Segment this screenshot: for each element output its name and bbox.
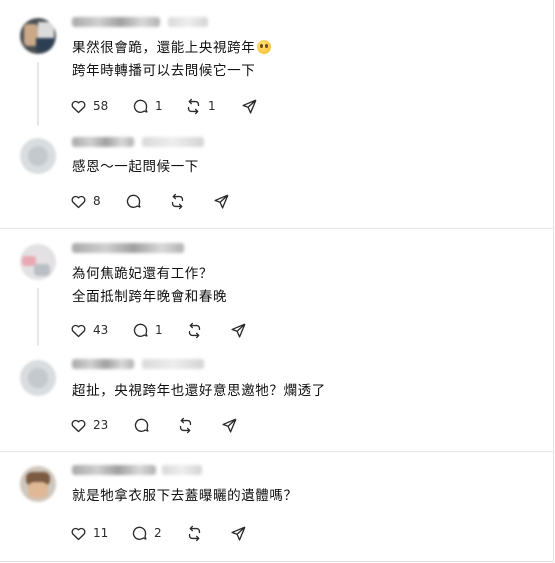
like-count: 8 xyxy=(93,194,101,208)
repost-icon xyxy=(171,193,184,209)
post-actions: 23 xyxy=(70,415,270,435)
heart-icon xyxy=(71,195,86,208)
heart-icon xyxy=(71,527,86,540)
threads-feed: 果然很會跪，還能上央視跨年 跨年時轉播可以去問候它一下 58 1 1 感恩～一起… xyxy=(0,0,554,562)
repost-icon xyxy=(179,417,192,433)
like-button[interactable]: 43 xyxy=(70,320,108,340)
post-actions: 11 2 xyxy=(70,523,270,543)
timestamp-redacted xyxy=(162,465,202,475)
face-with-rolling-eyes-emoji-icon xyxy=(257,40,272,54)
send-icon xyxy=(222,418,237,433)
reply-text-line: 感恩～一起問候一下 xyxy=(72,159,199,175)
like-count: 43 xyxy=(93,323,109,337)
avatar[interactable] xyxy=(20,466,56,502)
thread-line xyxy=(37,288,39,346)
comment-icon xyxy=(132,526,147,540)
like-button[interactable]: 11 xyxy=(70,523,108,543)
comment-icon xyxy=(133,99,148,113)
repost-icon xyxy=(188,322,201,338)
reply-button[interactable] xyxy=(125,191,142,211)
repost-button[interactable] xyxy=(186,523,203,543)
post-actions: 8 xyxy=(70,191,270,211)
comment-icon xyxy=(133,323,148,337)
reply-button[interactable]: 1 xyxy=(132,320,163,340)
username-redacted[interactable] xyxy=(72,243,184,253)
reply-button[interactable]: 2 xyxy=(131,523,162,543)
username-redacted[interactable] xyxy=(72,465,156,475)
reply-button[interactable]: 1 xyxy=(132,96,163,116)
send-icon xyxy=(231,526,246,541)
timestamp-redacted xyxy=(168,17,208,27)
reply-count: 1 xyxy=(155,99,163,113)
post-text-line: 跨年時轉播可以去問候它一下 xyxy=(72,63,256,79)
avatar[interactable] xyxy=(20,244,56,280)
avatar[interactable] xyxy=(20,138,56,174)
post-actions: 43 1 xyxy=(70,320,270,340)
share-button[interactable] xyxy=(213,191,230,211)
username-redacted[interactable] xyxy=(72,359,134,369)
reply-count: 2 xyxy=(154,526,162,540)
heart-icon xyxy=(71,100,86,113)
comment-icon xyxy=(126,194,141,208)
timestamp-redacted xyxy=(142,137,204,147)
thread-line xyxy=(37,62,39,126)
like-count: 58 xyxy=(93,99,109,113)
repost-icon xyxy=(188,525,201,541)
repost-button[interactable] xyxy=(186,320,203,340)
post-text-line: 就是牠拿衣服下去蓋曝曬的遺體嗎？ xyxy=(72,488,298,504)
username-redacted[interactable] xyxy=(72,137,134,147)
reply-text-line: 超扯，央視跨年也還好意思邀牠？爛透了 xyxy=(72,383,326,399)
like-button[interactable]: 23 xyxy=(70,415,108,435)
post-text-line: 全面抵制跨年晚會和春晚 xyxy=(72,289,228,305)
like-button[interactable]: 58 xyxy=(70,96,108,116)
repost-button[interactable] xyxy=(169,191,186,211)
thread-divider xyxy=(0,451,553,452)
timestamp-redacted xyxy=(142,359,204,369)
avatar[interactable] xyxy=(20,360,56,396)
like-count: 11 xyxy=(93,526,109,540)
comment-icon xyxy=(134,418,149,432)
like-button[interactable]: 8 xyxy=(70,191,101,211)
username-redacted[interactable] xyxy=(72,17,160,27)
reply-button[interactable] xyxy=(133,415,150,435)
send-icon xyxy=(231,323,246,338)
send-icon xyxy=(242,99,257,114)
post-actions: 58 1 1 xyxy=(70,96,270,116)
repost-button[interactable]: 1 xyxy=(185,96,216,116)
send-icon xyxy=(214,194,229,209)
thread-divider xyxy=(0,228,553,229)
share-button[interactable] xyxy=(241,96,258,116)
like-count: 23 xyxy=(93,418,109,432)
share-button[interactable] xyxy=(230,320,247,340)
share-button[interactable] xyxy=(230,523,247,543)
avatar[interactable] xyxy=(20,18,56,54)
repost-button[interactable] xyxy=(177,415,194,435)
share-button[interactable] xyxy=(221,415,238,435)
repost-count: 1 xyxy=(208,99,216,113)
post-text-line: 為何焦跪妃還有工作？ xyxy=(72,266,213,282)
heart-icon xyxy=(71,419,86,432)
heart-icon xyxy=(71,324,86,337)
post-text-line: 果然很會跪，還能上央視跨年 xyxy=(72,37,272,59)
reply-count: 1 xyxy=(155,323,163,337)
repost-icon xyxy=(187,98,200,114)
